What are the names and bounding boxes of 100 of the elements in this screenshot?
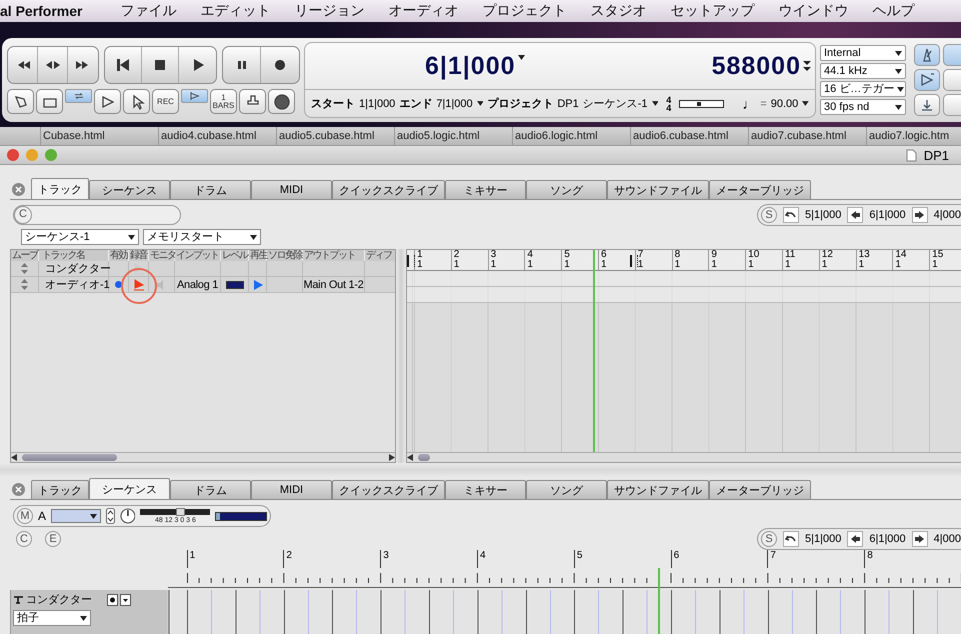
menu-item[interactable]: ウインドウ: [766, 2, 860, 20]
scroll-thumb[interactable]: [418, 454, 430, 461]
tool-button[interactable]: [268, 89, 295, 114]
browser-tab[interactable]: audio6.cubase.html: [630, 127, 748, 145]
app-menu[interactable]: al Performer: [0, 3, 108, 19]
loop-start-marker[interactable]: [407, 255, 415, 267]
toolbar-button[interactable]: [914, 69, 940, 91]
menu-item[interactable]: スタジオ: [578, 2, 658, 20]
browser-tab[interactable]: Cubase.html: [40, 127, 158, 145]
dropdown[interactable]: Internal: [820, 45, 906, 61]
browser-tab[interactable]: audio7.cubase.html: [748, 127, 866, 145]
input-name[interactable]: Analog 1: [176, 278, 218, 290]
search-field[interactable]: C: [13, 205, 181, 225]
menu-item[interactable]: セットアップ: [658, 2, 766, 20]
menu-item[interactable]: エディット: [188, 2, 282, 20]
track-row[interactable]: コンダクター: [11, 261, 395, 277]
end-value[interactable]: 6|1|000: [869, 209, 906, 221]
tempo-value[interactable]: 90.00: [770, 98, 798, 110]
undo-icon[interactable]: [783, 207, 800, 223]
tab[interactable]: ミキサー: [445, 480, 526, 499]
browser-tab[interactable]: audio7.logic.htm: [866, 127, 950, 145]
caret-icon[interactable]: [802, 101, 809, 106]
caret-icon[interactable]: [652, 101, 658, 106]
end-value[interactable]: 7|1|000: [436, 98, 473, 110]
tab[interactable]: ドラム: [170, 180, 251, 199]
start-value[interactable]: 5|1|000: [805, 532, 842, 544]
menu-item[interactable]: オーディオ: [376, 2, 470, 20]
menu-item[interactable]: リージョン: [282, 2, 376, 20]
close-button[interactable]: [7, 149, 19, 161]
menu-item[interactable]: ファイル: [108, 2, 188, 20]
right-arrow-icon[interactable]: [388, 454, 395, 461]
tab[interactable]: MIDI: [251, 480, 332, 499]
play-icon[interactable]: [252, 280, 262, 290]
left-arrow-icon[interactable]: [407, 454, 414, 461]
scroll-thumb[interactable]: [22, 454, 117, 461]
browser-tab[interactable]: audio5.cubase.html: [276, 127, 394, 145]
start-value[interactable]: 5|1|000: [805, 209, 842, 221]
enabled-dot[interactable]: [115, 281, 122, 288]
tab[interactable]: クイックスクライブ: [332, 180, 445, 199]
tab[interactable]: トラック: [31, 480, 89, 499]
tab[interactable]: ドラム: [170, 480, 251, 499]
tab[interactable]: シーケンス: [89, 478, 170, 499]
browser-tab[interactable]: audio5.logic.html: [394, 127, 512, 145]
tab[interactable]: サウンドファイル: [607, 180, 709, 199]
tab[interactable]: ソング: [526, 180, 607, 199]
close-icon[interactable]: [12, 183, 25, 196]
splitter-handle[interactable]: [0, 463, 961, 477]
move-handle-icon[interactable]: [20, 279, 29, 290]
tool-button[interactable]: [65, 89, 92, 103]
output-name[interactable]: Main Out 1-2: [304, 278, 364, 290]
length-value[interactable]: 4|000: [934, 209, 961, 221]
start-value[interactable]: 1|1|000: [359, 98, 396, 110]
tool-button[interactable]: REC: [152, 89, 179, 114]
tool-button[interactable]: [7, 89, 34, 114]
caret-icon[interactable]: [120, 594, 131, 606]
tool-button[interactable]: [94, 89, 121, 114]
dropdown[interactable]: 16 ビ…テガー: [820, 81, 906, 97]
browser-tab[interactable]: audio4.cubase.html: [158, 127, 276, 145]
scrollbar[interactable]: [407, 452, 961, 462]
dropdown[interactable]: 30 fps nd: [820, 99, 906, 115]
move-handle-icon[interactable]: [20, 263, 29, 274]
toolbar-button[interactable]: [914, 44, 940, 66]
end-value[interactable]: 6|1|000: [869, 532, 906, 544]
dropdown[interactable]: メモリスタート: [143, 229, 261, 245]
track-lane[interactable]: [407, 287, 961, 303]
tab[interactable]: メーターブリッジ: [709, 480, 811, 499]
set-button[interactable]: S: [761, 530, 778, 546]
dropdown[interactable]: [51, 509, 101, 523]
tool-button[interactable]: [181, 89, 208, 103]
record-toggle-icon[interactable]: [107, 594, 118, 606]
time-counter[interactable]: 6|1|000: [425, 52, 516, 80]
sample-counter[interactable]: 588000: [712, 52, 801, 80]
sequence-menu[interactable]: シーケンス-1: [582, 96, 648, 111]
tab[interactable]: ソング: [526, 480, 607, 499]
caret-icon[interactable]: [518, 55, 525, 60]
column-header[interactable]: ディフ: [365, 250, 393, 261]
m-button[interactable]: M: [17, 508, 33, 524]
dropdown[interactable]: シーケンス-1: [21, 229, 139, 245]
tab[interactable]: クイックスクライブ: [332, 480, 445, 499]
splitter-handle[interactable]: [396, 249, 406, 463]
caret-icon[interactable]: [476, 101, 484, 106]
record-flag-icon[interactable]: [134, 278, 144, 290]
tab[interactable]: ミキサー: [445, 180, 526, 199]
browser-tab[interactable]: audio6.logic.html: [512, 127, 630, 145]
left-arrow-icon[interactable]: [11, 454, 18, 461]
knob-icon[interactable]: [120, 508, 136, 524]
track-row[interactable]: オーディオ-1 Analog 1 Main Out 1-2: [11, 277, 395, 293]
track-name[interactable]: オーディオ-1: [45, 277, 110, 292]
close-icon[interactable]: [12, 483, 25, 496]
stepper-icon[interactable]: [106, 508, 115, 524]
toolbar-button[interactable]: [914, 94, 940, 116]
undo-icon[interactable]: [783, 530, 800, 546]
tool-button[interactable]: [239, 89, 266, 114]
conductor-slider[interactable]: [679, 100, 724, 108]
e-button[interactable]: E: [45, 530, 61, 546]
fader[interactable]: [140, 508, 210, 514]
tab[interactable]: メーターブリッジ: [709, 180, 811, 199]
menu-item[interactable]: ヘルプ: [860, 2, 926, 20]
tab[interactable]: トラック: [31, 178, 89, 199]
track-name[interactable]: コンダクター: [45, 261, 111, 276]
